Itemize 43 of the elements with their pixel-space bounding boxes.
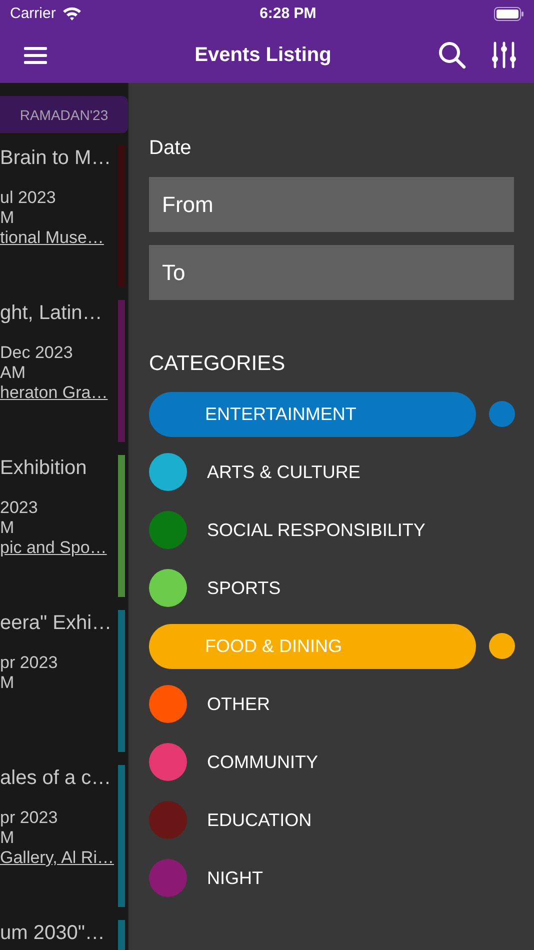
venue-link[interactable]: pic and Spo… — [0, 538, 118, 558]
category-option[interactable]: SPORTS — [207, 578, 281, 598]
selected-dot — [489, 401, 515, 427]
event-time: M — [0, 673, 16, 693]
event-title[interactable]: Exhibition — [0, 457, 118, 480]
event-title[interactable]: ght, Latin… — [0, 302, 118, 325]
category-option[interactable]: EDUCATION — [207, 810, 312, 830]
event-title[interactable]: Brain to M… — [0, 147, 118, 170]
category-option[interactable]: SOCIAL RESPONSIBILITY — [207, 520, 426, 540]
venue-link[interactable]: heraton Gra… — [0, 383, 118, 403]
filter-button[interactable] — [492, 41, 516, 69]
categories-heading: CATEGORIES — [149, 352, 286, 376]
event-title[interactable]: um 2030"… — [0, 922, 118, 945]
selected-dot — [489, 633, 515, 659]
carrier-name: Carrier — [10, 5, 56, 22]
from-date-field[interactable]: From — [149, 177, 514, 232]
wifi-icon — [62, 6, 82, 21]
event-time: M — [0, 518, 16, 538]
search-button[interactable] — [438, 41, 466, 69]
category-option[interactable]: NIGHT — [207, 868, 263, 888]
event-date: Dec 2023 — [0, 343, 74, 363]
to-date-field[interactable]: To — [149, 245, 514, 300]
screen-title: Events Listing — [194, 44, 332, 66]
category-option[interactable]: COMMUNITY — [207, 752, 318, 772]
category-chip[interactable]: ENTERTAINMENT — [149, 392, 476, 436]
event-time: AM — [0, 363, 26, 383]
menu-button[interactable] — [24, 45, 48, 65]
event-time: M — [0, 208, 16, 228]
event-date: ul 2023 — [0, 188, 57, 208]
date-label: Date — [149, 137, 192, 160]
venue-link[interactable]: Gallery, Al Ri… — [0, 848, 118, 868]
event-title[interactable]: ales of a c… — [0, 767, 118, 790]
season-tab[interactable]: RAMADAN'23 — [0, 96, 128, 133]
event-title[interactable]: eera" Exhi… — [0, 612, 118, 635]
venue-link[interactable]: tional Muse… — [0, 228, 118, 248]
category-option[interactable]: ARTS & CULTURE — [207, 462, 360, 482]
event-date: pr 2023 — [0, 653, 59, 673]
event-date: 2023 — [0, 498, 39, 518]
clock-time: 6:28 PM — [260, 5, 316, 22]
event-time: M — [0, 828, 16, 848]
battery-icon — [494, 6, 524, 20]
event-date: pr 2023 — [0, 808, 59, 828]
category-option[interactable]: OTHER — [207, 694, 270, 714]
